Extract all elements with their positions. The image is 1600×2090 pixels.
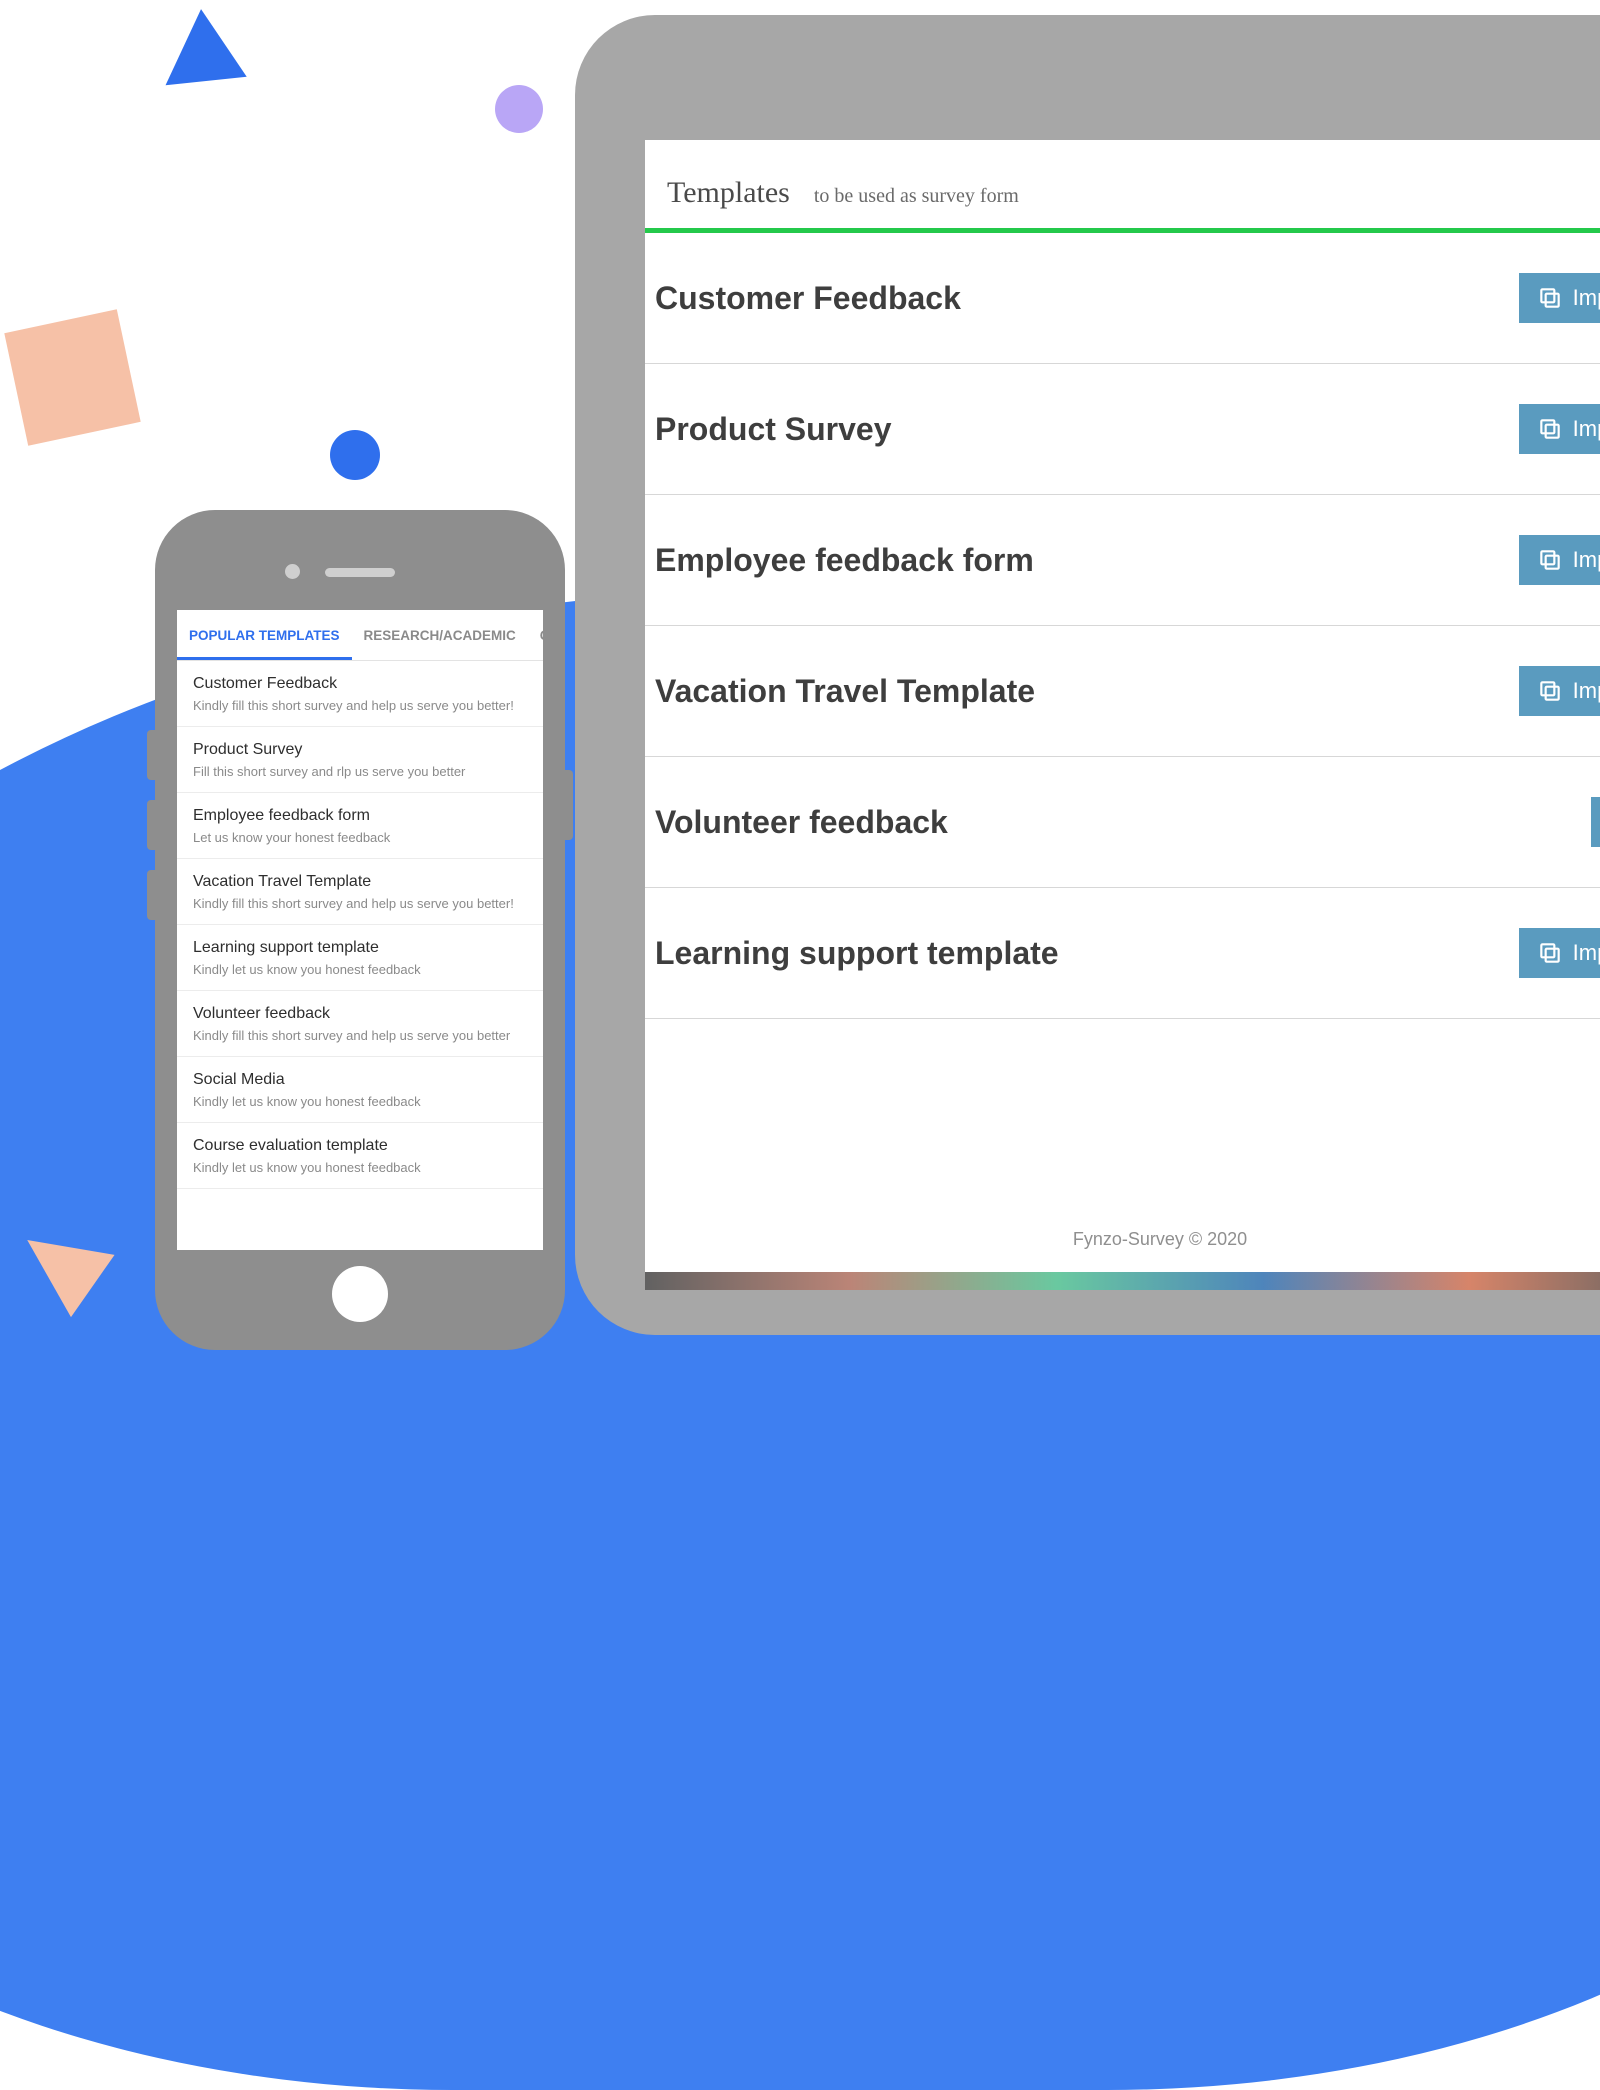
phone-item-title: Vacation Travel Template [193, 873, 527, 891]
import-label: Import [1573, 416, 1600, 442]
phone-list-item[interactable]: Social Media Kindly let us know you hone… [177, 1057, 543, 1123]
page-title: Templates [667, 176, 790, 210]
phone-side-button[interactable] [147, 800, 155, 850]
phone-item-desc: Kindly fill this short survey and help u… [193, 1028, 527, 1043]
phone-list-item[interactable]: Product Survey Fill this short survey an… [177, 727, 543, 793]
phone-list-item[interactable]: Employee feedback form Let us know your … [177, 793, 543, 859]
template-title: Product Survey [655, 411, 892, 448]
phone-list-item[interactable]: Course evaluation template Kindly let us… [177, 1123, 543, 1189]
phone-item-title: Customer Feedback [193, 675, 527, 693]
template-title: Vacation Travel Template [655, 673, 1035, 710]
import-label: Import [1573, 678, 1600, 704]
phone-side-button[interactable] [147, 730, 155, 780]
template-title: Learning support template [655, 935, 1059, 972]
import-label: Import [1573, 285, 1600, 311]
phone-screen: POPULAR TEMPLATESRESEARCH/ACADEMICCUST C… [177, 610, 543, 1250]
page-subtitle: to be used as survey form [814, 185, 1019, 208]
phone-speaker [325, 568, 395, 577]
template-row: Volunteer feedback [645, 757, 1600, 888]
import-button[interactable] [1591, 797, 1600, 847]
template-row: Product Survey Import [645, 364, 1600, 495]
decor-circle-blue [330, 430, 380, 480]
decor-square-peach [4, 309, 140, 445]
phone-camera [285, 564, 300, 579]
phone-list-item[interactable]: Vacation Travel Template Kindly fill thi… [177, 859, 543, 925]
phone-item-title: Employee feedback form [193, 807, 527, 825]
phone-item-title: Product Survey [193, 741, 527, 759]
tablet-screen: Templates to be used as survey form Cust… [645, 140, 1600, 1290]
phone-item-title: Course evaluation template [193, 1137, 527, 1155]
phone-item-title: Learning support template [193, 939, 527, 957]
phone-tabs: POPULAR TEMPLATESRESEARCH/ACADEMICCUST [177, 610, 543, 661]
copy-icon [1537, 678, 1563, 704]
phone-item-desc: Kindly let us know you honest feedback [193, 1160, 527, 1175]
phone-frame: POPULAR TEMPLATESRESEARCH/ACADEMICCUST C… [155, 510, 565, 1350]
import-label: Import [1573, 547, 1600, 573]
phone-item-desc: Kindly fill this short survey and help u… [193, 698, 527, 713]
phone-item-desc: Kindly let us know you honest feedback [193, 1094, 527, 1109]
copy-icon [1537, 416, 1563, 442]
template-row: Learning support template Import [645, 888, 1600, 1019]
import-button[interactable]: Import [1519, 535, 1600, 585]
phone-template-list: Customer Feedback Kindly fill this short… [177, 661, 543, 1250]
import-button[interactable]: Import [1519, 404, 1600, 454]
import-button[interactable]: Import [1519, 928, 1600, 978]
decor-triangle-blue [166, 9, 265, 115]
phone-item-title: Social Media [193, 1071, 527, 1089]
template-row: Customer Feedback Import [645, 233, 1600, 364]
phone-item-desc: Let us know your honest feedback [193, 830, 527, 845]
phone-tab[interactable]: POPULAR TEMPLATES [177, 610, 352, 660]
phone-list-item[interactable]: Volunteer feedback Kindly fill this shor… [177, 991, 543, 1057]
tablet-taskbar [645, 1272, 1600, 1290]
template-title: Volunteer feedback [655, 804, 948, 841]
template-title: Customer Feedback [655, 280, 961, 317]
phone-tab[interactable]: RESEARCH/ACADEMIC [352, 610, 528, 660]
template-row: Vacation Travel Template Import [645, 626, 1600, 757]
template-title: Employee feedback form [655, 542, 1034, 579]
copy-icon [1537, 940, 1563, 966]
template-list: Customer Feedback Import Product Survey … [645, 233, 1600, 1199]
phone-item-desc: Fill this short survey and rlp us serve … [193, 764, 527, 779]
copy-icon [1537, 547, 1563, 573]
phone-side-button[interactable] [565, 770, 573, 840]
import-button[interactable]: Import [1519, 273, 1600, 323]
copy-icon [1537, 285, 1563, 311]
phone-tab[interactable]: CUST [528, 610, 543, 660]
import-button[interactable]: Import [1519, 666, 1600, 716]
phone-item-desc: Kindly let us know you honest feedback [193, 962, 527, 977]
import-label: Import [1573, 940, 1600, 966]
tablet-frame: Templates to be used as survey form Cust… [575, 15, 1600, 1335]
tablet-header: Templates to be used as survey form [645, 140, 1600, 233]
phone-item-desc: Kindly fill this short survey and help u… [193, 896, 527, 911]
phone-home-button[interactable] [332, 1266, 388, 1322]
phone-side-button[interactable] [147, 870, 155, 920]
phone-list-item[interactable]: Learning support template Kindly let us … [177, 925, 543, 991]
phone-item-title: Volunteer feedback [193, 1005, 527, 1023]
phone-list-item[interactable]: Customer Feedback Kindly fill this short… [177, 661, 543, 727]
template-row: Employee feedback form Import [645, 495, 1600, 626]
decor-circle-purple [495, 85, 543, 133]
